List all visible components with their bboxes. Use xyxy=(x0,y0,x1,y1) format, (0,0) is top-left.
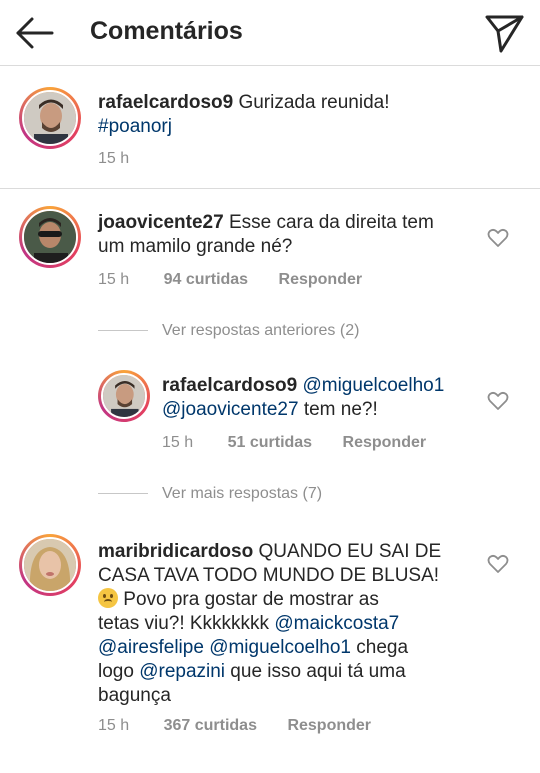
caption-username[interactable]: rafaelcardoso9 xyxy=(98,92,233,113)
comment-mention-c[interactable]: @miguelcoelho1 xyxy=(209,637,351,658)
pleading-emoji-icon xyxy=(98,588,118,608)
caption-body: Gurizada reunida! xyxy=(233,92,390,113)
comment-body-line5: chega xyxy=(351,637,409,658)
comment-text: maribridicardoso QUANDO EU SAI DE CASA T… xyxy=(98,540,478,708)
avatar-story-ring[interactable] xyxy=(98,370,150,422)
reply-button[interactable]: Responder xyxy=(287,717,371,734)
comment-mention-b[interactable]: @airesfelipe xyxy=(98,637,204,658)
comment-body-line1: QUANDO EU SAI DE xyxy=(253,541,442,562)
comment-body-line1: Esse cara da direita tem xyxy=(223,212,434,233)
reply-likes[interactable]: 51 curtidas xyxy=(228,434,312,451)
avatar-story-ring[interactable] xyxy=(19,87,81,149)
reply-meta: 15 h 51 curtidas Responder xyxy=(162,434,452,452)
caption-divider xyxy=(0,188,540,189)
comment-meta: 15 h 367 curtidas Responder xyxy=(98,717,397,735)
app-header: Comentários xyxy=(0,0,540,66)
comment-body-line6-pre: logo xyxy=(98,661,140,682)
replies-divider-line xyxy=(98,330,148,331)
comment-likes[interactable]: 94 curtidas xyxy=(164,271,248,288)
like-button[interactable] xyxy=(487,391,509,411)
caption-time: 15 h xyxy=(98,150,130,167)
avatar-photo xyxy=(24,539,76,591)
reply-button[interactable]: Responder xyxy=(343,434,427,451)
avatar xyxy=(22,209,78,265)
heart-icon xyxy=(487,228,509,247)
comment-time: 15 h xyxy=(98,717,130,734)
comment-body-line4: tetas viu?! Kkkkkkkk xyxy=(98,613,275,634)
avatar-story-ring[interactable] xyxy=(19,534,81,596)
comment-time: 15 h xyxy=(98,271,130,288)
back-button[interactable] xyxy=(12,13,56,53)
comment-body-line6: que isso aqui tá uma xyxy=(225,661,406,682)
page-title: Comentários xyxy=(90,17,243,45)
avatar-photo xyxy=(24,211,76,263)
caption-hashtag[interactable]: #poanorj xyxy=(98,116,172,137)
reply-time: 15 h xyxy=(162,434,194,451)
heart-icon xyxy=(487,554,509,573)
reply-body: tem ne?! xyxy=(298,399,378,420)
avatar xyxy=(101,373,147,419)
view-previous-replies[interactable]: Ver respostas anteriores (2) xyxy=(162,322,359,340)
comment-text: joaovicente27 Esse cara da direita tem u… xyxy=(98,211,478,259)
send-direct-button[interactable] xyxy=(482,11,526,55)
avatar xyxy=(22,90,78,146)
reply-mention-1[interactable]: @miguelcoelho1 xyxy=(302,375,444,396)
comment-mention-d[interactable]: @repazini xyxy=(139,661,225,682)
reply-mention-2[interactable]: @joaovicente27 xyxy=(162,399,299,420)
avatar-story-ring[interactable] xyxy=(19,206,81,268)
reply-text: rafaelcardoso9 @miguelcoelho1 @joaovicen… xyxy=(162,374,482,422)
like-button[interactable] xyxy=(487,228,509,248)
comment-body-line3: Povo pra gostar de mostrar as xyxy=(118,589,379,610)
view-more-replies[interactable]: Ver mais respostas (7) xyxy=(162,485,322,503)
caption-meta: 15 h xyxy=(98,150,155,168)
replies-divider-line xyxy=(98,493,148,494)
comment-body-line7: bagunça xyxy=(98,685,171,706)
reply-button[interactable]: Responder xyxy=(279,271,363,288)
comment-mention-a[interactable]: @maickcosta7 xyxy=(274,613,399,634)
like-button[interactable] xyxy=(487,554,509,574)
comment-username[interactable]: maribridicardoso xyxy=(98,541,253,562)
heart-icon xyxy=(487,391,509,410)
comment-username[interactable]: joaovicente27 xyxy=(98,212,224,233)
arrow-left-icon xyxy=(16,17,54,49)
send-direct-icon xyxy=(485,15,524,53)
avatar-photo xyxy=(103,375,145,417)
comment-body-line2: CASA TAVA TODO MUNDO DE BLUSA! xyxy=(98,565,440,586)
comment-likes[interactable]: 367 curtidas xyxy=(164,717,257,734)
comment-body-line2: um mamilo grande né? xyxy=(98,236,293,257)
comment-meta: 15 h 94 curtidas Responder xyxy=(98,271,388,289)
avatar-photo xyxy=(24,92,76,144)
caption-text: rafaelcardoso9 Gurizada reunida! #poanor… xyxy=(98,91,518,139)
avatar xyxy=(22,537,78,593)
reply-username[interactable]: rafaelcardoso9 xyxy=(162,375,297,396)
